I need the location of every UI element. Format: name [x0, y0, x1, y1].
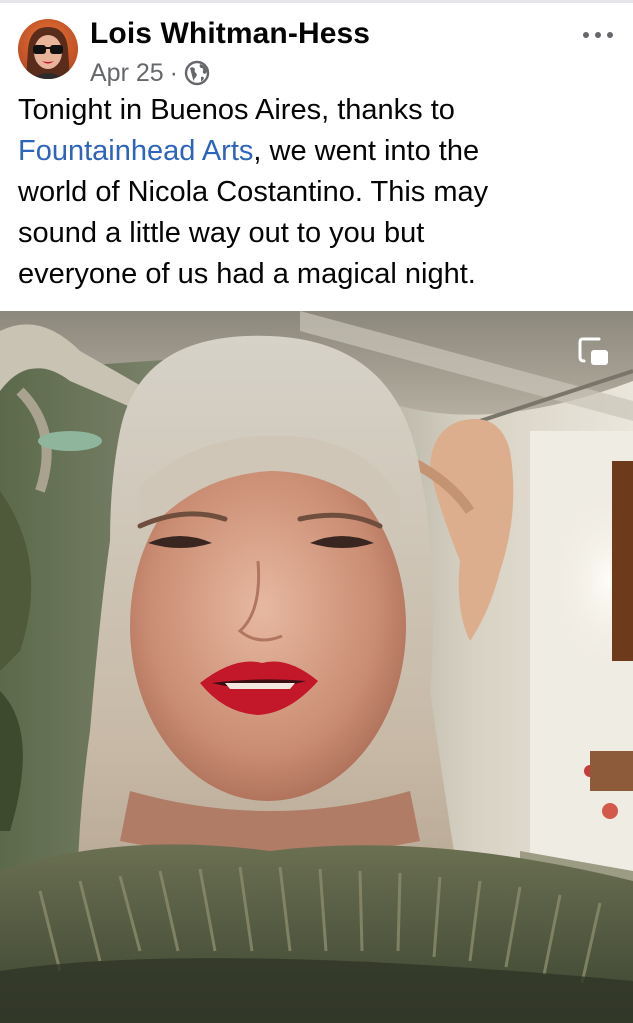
text-segment: world of Nicola Costantino. This may	[18, 176, 489, 208]
text-segment: sound a little way out to you but	[18, 217, 425, 249]
ellipsis-icon-dot	[583, 32, 589, 38]
video-frame	[0, 311, 633, 1023]
text-segment: Tonight in Buenos Aires, thanks to	[18, 94, 455, 126]
video-player[interactable]	[0, 311, 633, 1023]
post-text: Tonight in Buenos Aires, thanks to Fount…	[18, 90, 618, 295]
post-text-line: world of Nicola Costantino. This may	[18, 172, 618, 213]
text-segment: everyone of us had a magical night.	[18, 258, 476, 290]
post-text-line: everyone of us had a magical night.	[18, 254, 618, 295]
page-mention-link[interactable]: Fountainhead Arts	[18, 135, 253, 167]
post-meta: Apr 25 ·	[90, 58, 210, 88]
avatar[interactable]	[18, 19, 78, 79]
text-segment: , we went into the	[253, 135, 480, 167]
facebook-post: Lois Whitman-Hess Apr 25 · Tonight in Bu…	[0, 0, 633, 1023]
post-text-line: Tonight in Buenos Aires, thanks to	[18, 90, 618, 131]
post-text-line: Fountainhead Arts, we went into the	[18, 131, 618, 172]
avatar-image	[18, 19, 78, 79]
post-header: Lois Whitman-Hess Apr 25 ·	[0, 3, 633, 88]
globe-icon	[184, 60, 210, 86]
post-text-line: sound a little way out to you but	[18, 213, 618, 254]
ellipsis-icon-dot	[607, 32, 613, 38]
picture-in-picture-icon[interactable]	[577, 335, 611, 369]
meta-separator: ·	[169, 58, 178, 87]
ellipsis-icon-dot	[595, 32, 601, 38]
author-name[interactable]: Lois Whitman-Hess	[90, 17, 370, 51]
post-date[interactable]: Apr 25	[90, 59, 164, 88]
more-options-button[interactable]	[583, 23, 613, 47]
